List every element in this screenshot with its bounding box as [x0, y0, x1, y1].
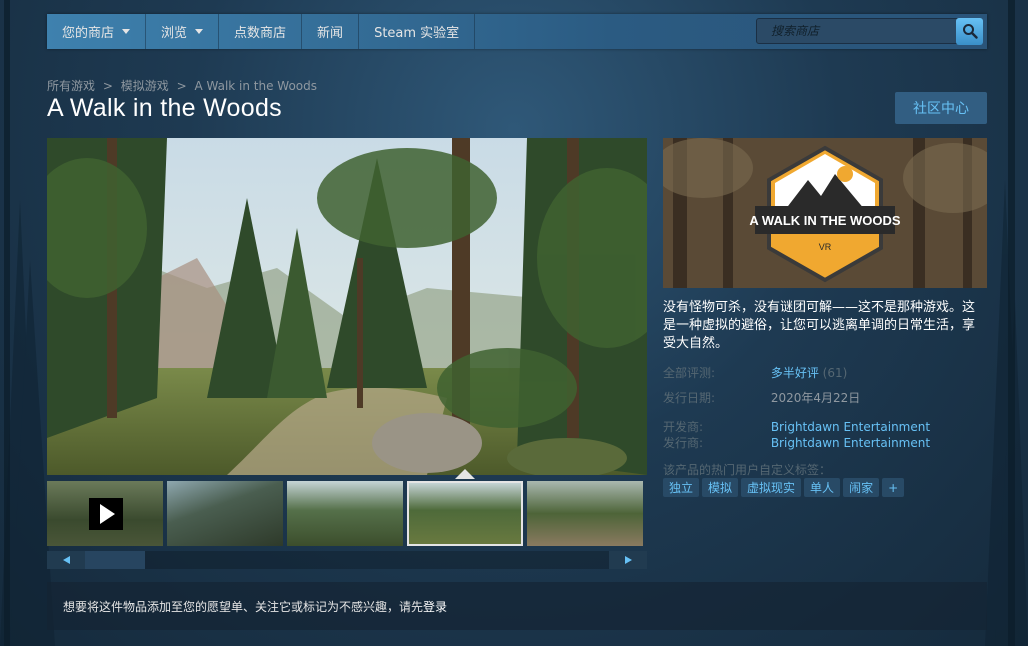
user-tags: 独立 模拟 虚拟现实 单人 闹家 + — [663, 478, 905, 497]
review-count: (61) — [822, 366, 848, 380]
tag-simulation[interactable]: 模拟 — [702, 478, 739, 497]
search-input[interactable] — [756, 18, 958, 44]
publisher-link[interactable]: Brightdawn Entertainment — [771, 436, 930, 450]
thumbnail-scrollbar[interactable] — [47, 551, 647, 569]
main-screenshot[interactable] — [47, 138, 647, 475]
publisher-row: 发行商: Brightdawn Entertainment — [663, 436, 931, 450]
game-capsule-image: A WALK IN THE WOODS VR — [663, 138, 987, 288]
scrollbar-handle[interactable] — [85, 551, 145, 569]
reviews-row: 全部评测: 多半好评 (61) — [663, 366, 848, 380]
chevron-down-icon — [195, 29, 204, 34]
breadcrumb: 所有游戏 > 模拟游戏 > A Walk in the Woods — [47, 77, 317, 94]
thumbnail-screenshot-selected[interactable] — [407, 481, 523, 546]
tag-vr[interactable]: 虚拟现实 — [741, 478, 802, 497]
play-icon — [89, 498, 123, 530]
scroll-right-button[interactable] — [609, 551, 647, 569]
nav-browse[interactable]: 浏览 — [146, 14, 220, 49]
release-date-row: 发行日期: 2020年4月22日 — [663, 391, 861, 405]
login-notice: 想要将这件物品添加至您的愿望单、关注它或标记为不感兴趣，请先 登录 — [47, 582, 987, 630]
page-title: A Walk in the Woods — [47, 94, 282, 122]
nav-your-store[interactable]: 您的商店 — [47, 14, 147, 49]
thumbnail-screenshot[interactable] — [167, 481, 283, 546]
chevron-down-icon — [122, 29, 131, 34]
release-date: 2020年4月22日 — [770, 391, 861, 405]
capsule-logo-text: A WALK IN THE WOODS — [749, 213, 901, 228]
review-summary[interactable]: 多半好评 — [771, 366, 819, 380]
nav-news[interactable]: 新闻 — [302, 14, 360, 49]
tag-singleplayer[interactable]: 单人 — [804, 478, 841, 497]
developer-row: 开发商: Brightdawn Entertainment — [663, 420, 931, 434]
store-search — [756, 17, 984, 45]
nav-points-shop[interactable]: 点数商店 — [219, 14, 303, 49]
search-icon — [962, 24, 978, 39]
community-hub-button[interactable]: 社区中心 — [895, 92, 987, 124]
nav-labs[interactable]: Steam 实验室 — [359, 14, 476, 49]
tag-indie[interactable]: 独立 — [663, 478, 700, 497]
store-nav: 您的商店 浏览 点数商店 新闻 Steam 实验室 — [47, 14, 987, 49]
breadcrumb-separator: > — [102, 79, 113, 93]
breadcrumb-simulation[interactable]: 模拟游戏 — [121, 79, 169, 93]
breadcrumb-all-games[interactable]: 所有游戏 — [47, 79, 95, 93]
arrow-right-icon — [624, 556, 632, 564]
search-button[interactable] — [956, 17, 983, 45]
capsule-vr-badge: VR — [819, 242, 832, 252]
thumbnail-strip — [47, 478, 647, 548]
breadcrumb-separator: > — [176, 79, 187, 93]
login-link[interactable]: 登录 — [423, 598, 447, 615]
tags-label: 该产品的热门用户自定义标签： — [663, 463, 832, 477]
thumbnail-screenshot[interactable] — [287, 481, 403, 546]
breadcrumb-current[interactable]: A Walk in the Woods — [194, 79, 317, 93]
game-description: 没有怪物可杀，没有谜团可解——这不是那种游戏。这是一种虚拟的避俗，让您可以逃离单… — [663, 300, 976, 351]
tag-more-button[interactable]: + — [882, 478, 905, 497]
thumbnail-screenshot[interactable] — [527, 481, 643, 546]
forest-screenshot-image — [47, 138, 647, 475]
thumbnail-video[interactable] — [47, 481, 163, 546]
developer-link[interactable]: Brightdawn Entertainment — [771, 420, 930, 434]
arrow-left-icon — [62, 556, 70, 564]
tag-relaxing[interactable]: 闹家 — [843, 478, 880, 497]
scroll-left-button[interactable] — [47, 551, 85, 569]
